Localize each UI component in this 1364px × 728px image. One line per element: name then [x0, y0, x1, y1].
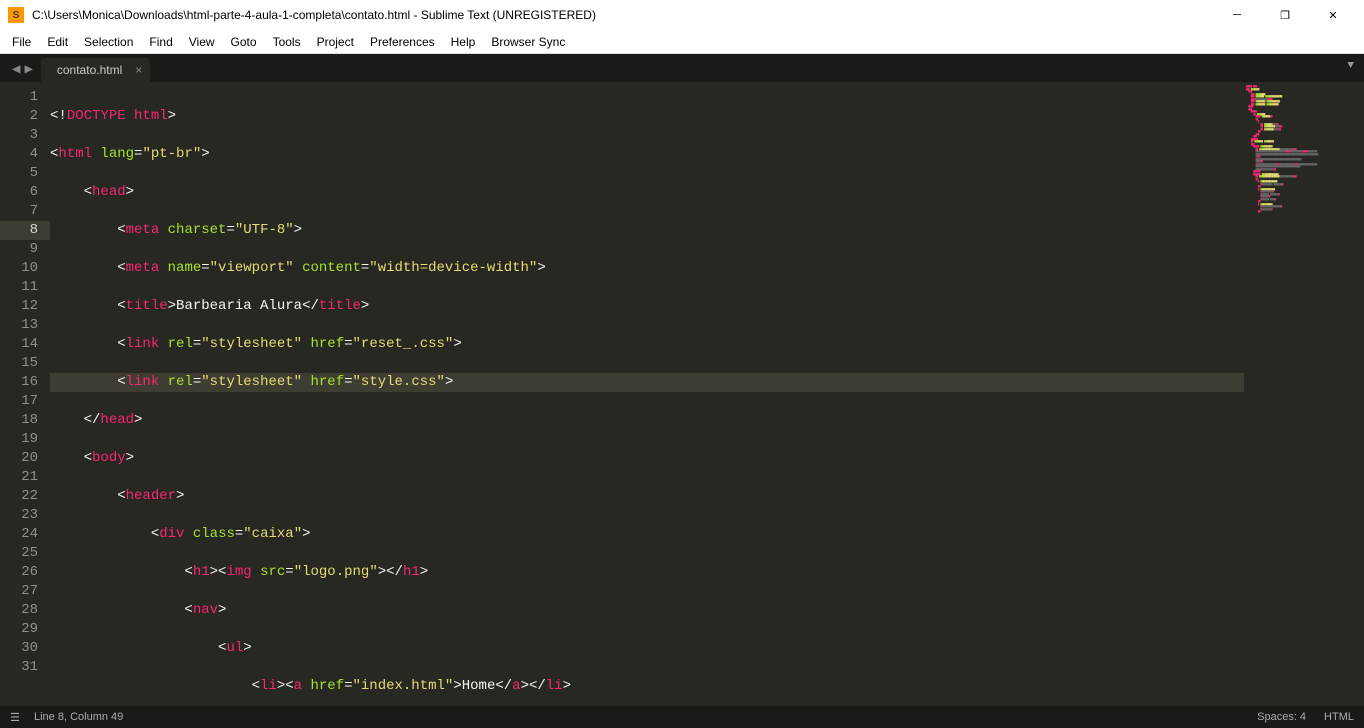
minimap[interactable]: █████ ███ ███ ███████ ███ ███ ████████ █…: [1244, 82, 1364, 714]
statusbar: ☰ Line 8, Column 49 Spaces: 4 HTML: [0, 706, 1364, 728]
close-button[interactable]: ✕: [1310, 0, 1356, 30]
line-number: 21: [0, 468, 38, 487]
line-number: 28: [0, 601, 38, 620]
line-number: 4: [0, 145, 38, 164]
tab-contato[interactable]: contato.html ×: [41, 58, 150, 82]
line-number: 26: [0, 563, 38, 582]
line-number: 3: [0, 126, 38, 145]
status-lang[interactable]: HTML: [1324, 711, 1354, 723]
line-number: 16: [0, 373, 38, 392]
nav-forward-icon[interactable]: ▶: [24, 61, 32, 78]
menu-selection[interactable]: Selection: [76, 35, 141, 49]
line-number: 1: [0, 88, 38, 107]
editor: 1 2 3 4 5 6 7 8 9 10 11 12 13 14 15 16 1…: [0, 82, 1364, 714]
nav-back-icon[interactable]: ◀: [12, 61, 20, 78]
window-title: C:\Users\Monica\Downloads\html-parte-4-a…: [32, 8, 1214, 22]
line-number: 5: [0, 164, 38, 183]
line-number: 29: [0, 620, 38, 639]
gutter: 1 2 3 4 5 6 7 8 9 10 11 12 13 14 15 16 1…: [0, 82, 50, 714]
menu-help[interactable]: Help: [443, 35, 484, 49]
line-number: 27: [0, 582, 38, 601]
line-number: 31: [0, 658, 38, 677]
line-number: 14: [0, 335, 38, 354]
tab-overflow-icon[interactable]: ▼: [1347, 60, 1354, 72]
line-number: 6: [0, 183, 38, 202]
tab-label: contato.html: [57, 63, 122, 77]
line-number: 23: [0, 506, 38, 525]
status-position: Line 8, Column 49: [34, 711, 123, 723]
tab-close-icon[interactable]: ×: [135, 63, 142, 77]
code-area[interactable]: <!DOCTYPE html> <html lang="pt-br"> <hea…: [50, 82, 1244, 714]
menu-goto[interactable]: Goto: [223, 35, 265, 49]
line-number: 11: [0, 278, 38, 297]
status-spaces[interactable]: Spaces: 4: [1257, 711, 1306, 723]
statusbar-menu-icon[interactable]: ☰: [10, 711, 24, 724]
menu-browsersync[interactable]: Browser Sync: [483, 35, 573, 49]
minimize-button[interactable]: ─: [1214, 0, 1260, 30]
menu-edit[interactable]: Edit: [39, 35, 76, 49]
line-number: 24: [0, 525, 38, 544]
line-number: 20: [0, 449, 38, 468]
line-number: 9: [0, 240, 38, 259]
menu-file[interactable]: File: [4, 35, 39, 49]
menubar: File Edit Selection Find View Goto Tools…: [0, 30, 1364, 54]
menu-project[interactable]: Project: [309, 35, 362, 49]
line-number: 22: [0, 487, 38, 506]
line-number: 2: [0, 107, 38, 126]
line-number: 25: [0, 544, 38, 563]
app-icon: S: [8, 7, 24, 23]
menu-preferences[interactable]: Preferences: [362, 35, 443, 49]
line-number: 17: [0, 392, 38, 411]
line-number: 7: [0, 202, 38, 221]
line-number: 15: [0, 354, 38, 373]
line-number: 19: [0, 430, 38, 449]
tab-row: ◀ ▶ contato.html × ▼: [0, 54, 1364, 82]
line-number: 8: [0, 221, 50, 240]
maximize-button[interactable]: ❐: [1262, 0, 1308, 30]
titlebar: S C:\Users\Monica\Downloads\html-parte-4…: [0, 0, 1364, 30]
line-number: 18: [0, 411, 38, 430]
line-number: 10: [0, 259, 38, 278]
line-number: 13: [0, 316, 38, 335]
line-number: 12: [0, 297, 38, 316]
menu-tools[interactable]: Tools: [265, 35, 309, 49]
line-number: 30: [0, 639, 38, 658]
menu-view[interactable]: View: [181, 35, 223, 49]
menu-find[interactable]: Find: [141, 35, 180, 49]
